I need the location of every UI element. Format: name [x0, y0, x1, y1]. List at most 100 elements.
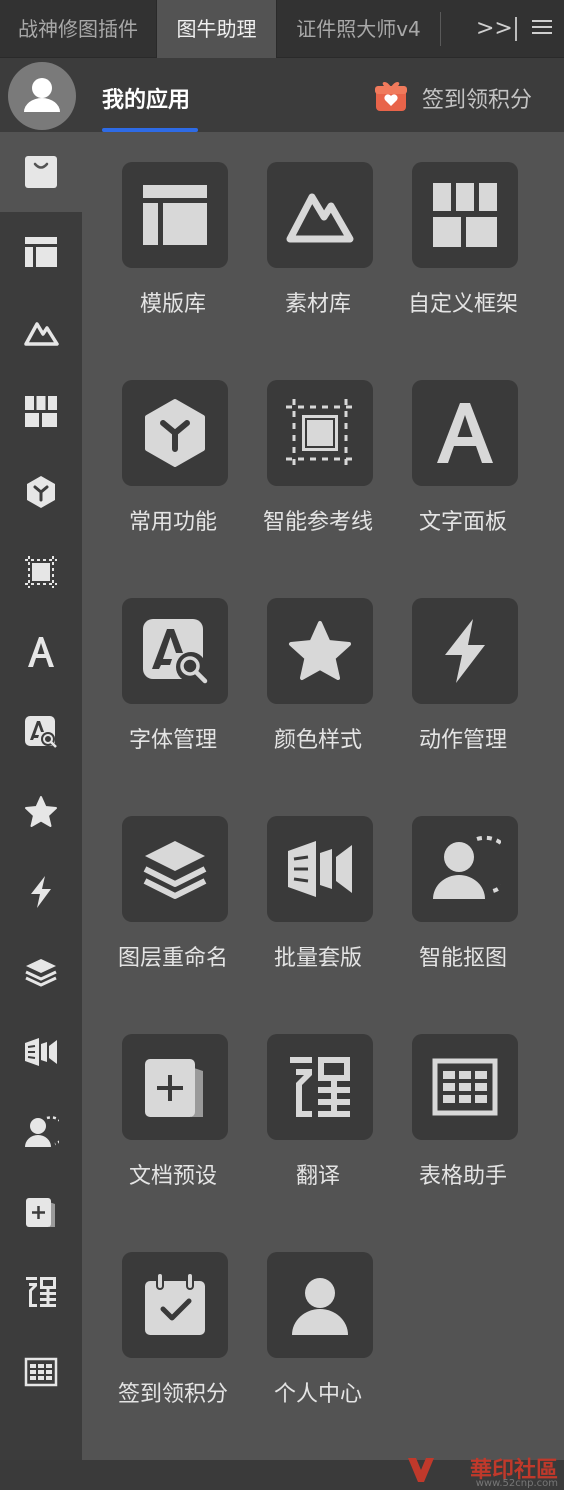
app-tile[interactable]: [267, 1034, 373, 1140]
tab-idphoto[interactable]: 证件照大师v4: [277, 0, 440, 58]
tab-separator: [440, 12, 441, 46]
app-tile[interactable]: [122, 1252, 228, 1358]
app-tile[interactable]: [412, 380, 518, 486]
app-translate[interactable]: 翻译: [248, 1034, 388, 1214]
sidebar-item-common[interactable]: [0, 452, 82, 532]
tab-zhanshen[interactable]: 战神修图插件: [0, 0, 156, 58]
app-tile[interactable]: [412, 162, 518, 268]
app-tile[interactable]: [412, 598, 518, 704]
sidebar-item-layers[interactable]: [0, 932, 82, 1012]
app-label: 字体管理: [128, 728, 217, 753]
avatar[interactable]: [8, 62, 76, 130]
app-color-styles[interactable]: 颜色样式: [248, 598, 388, 778]
batch-icon: [288, 841, 352, 897]
app-label: 模版库: [139, 292, 206, 317]
app-smart-cutout[interactable]: 智能抠图: [393, 816, 533, 996]
app-label: 颜色样式: [273, 728, 362, 753]
panel-header: 我的应用 签到领积分: [0, 58, 564, 132]
app-custom-frame[interactable]: 自定义框架: [393, 162, 533, 342]
tab-tuniu-active[interactable]: 图牛助理: [156, 0, 277, 59]
tab-overflow-chevron-icon[interactable]: >>: [476, 0, 513, 58]
app-label: 素材库: [284, 292, 351, 317]
hexagon-y-icon: [27, 476, 55, 508]
layers-icon: [25, 959, 57, 987]
person-cutout-icon: [433, 835, 501, 899]
grid-blocks-icon: [433, 183, 497, 247]
app-tile[interactable]: [267, 816, 373, 922]
app-action-manager[interactable]: 动作管理: [393, 598, 533, 778]
app-label: 动作管理: [418, 728, 507, 753]
panel-menu-icon[interactable]: [532, 20, 552, 36]
app-label: 翻译: [295, 1164, 340, 1189]
app-smart-guides[interactable]: 智能参考线: [248, 380, 388, 560]
app-document-preset[interactable]: 文档预设: [103, 1034, 243, 1214]
guides-icon: [286, 399, 354, 467]
template-icon: [143, 185, 207, 245]
app-common-functions[interactable]: 常用功能: [103, 380, 243, 560]
sidebar-item-actions[interactable]: [0, 852, 82, 932]
app-font-manager[interactable]: 字体管理: [103, 598, 243, 778]
guides-icon: [25, 556, 57, 588]
mountain-icon: [286, 193, 354, 243]
sidebar-item-translate[interactable]: [0, 1252, 82, 1332]
app-label: 批量套版: [273, 946, 362, 971]
app-tile[interactable]: [122, 162, 228, 268]
app-tile[interactable]: [267, 598, 373, 704]
sidebar-item-docpreset[interactable]: [0, 1172, 82, 1252]
hexagon-y-icon: [145, 399, 205, 467]
app-label: 表格助手: [418, 1164, 507, 1189]
app-tile[interactable]: [412, 1034, 518, 1140]
tab-divider: [515, 17, 517, 41]
shopping-bag-icon: [25, 156, 57, 188]
app-label: 自定义框架: [407, 292, 518, 317]
app-checkin-points[interactable]: 签到领积分: [103, 1252, 243, 1432]
app-table-helper[interactable]: 表格助手: [393, 1034, 533, 1214]
watermark-url: www.52cnp.com: [475, 1478, 558, 1489]
app-tile[interactable]: [122, 816, 228, 922]
gift-icon: [375, 81, 407, 111]
sidebar-item-apps[interactable]: [0, 132, 82, 212]
app-label: 智能参考线: [262, 510, 373, 535]
panel-tab-bar: 战神修图插件 图牛助理 证件照大师v4 >>: [0, 0, 564, 59]
sidebar-item-material[interactable]: [0, 292, 82, 372]
app-label: 常用功能: [128, 510, 217, 535]
app-personal-center[interactable]: 个人中心: [248, 1252, 388, 1432]
letter-a-icon: [437, 403, 493, 463]
app-label: 文字面板: [418, 510, 507, 535]
app-layer-rename[interactable]: 图层重命名: [103, 816, 243, 996]
sidebar-item-color[interactable]: [0, 772, 82, 852]
app-label: 签到领积分: [117, 1382, 228, 1407]
document-add-icon: [145, 1059, 203, 1117]
user-icon: [292, 1278, 348, 1335]
app-material-library[interactable]: 素材库: [248, 162, 388, 342]
app-tile[interactable]: [267, 162, 373, 268]
app-template-library[interactable]: 模版库: [103, 162, 243, 342]
app-batch-template[interactable]: 批量套版: [248, 816, 388, 996]
sidebar-item-frame[interactable]: [0, 372, 82, 452]
watermark-logo-icon: [408, 1458, 434, 1482]
app-tile[interactable]: [122, 1034, 228, 1140]
lightning-icon: [445, 619, 485, 683]
sidebar-item-batch[interactable]: [0, 1012, 82, 1092]
font-search-icon: [25, 716, 57, 748]
app-text-panel[interactable]: 文字面板: [393, 380, 533, 560]
sidebar-item-text[interactable]: [0, 612, 82, 692]
app-tile[interactable]: [122, 380, 228, 486]
app-tile[interactable]: [267, 380, 373, 486]
sidebar-item-template[interactable]: [0, 212, 82, 292]
app-label: 智能抠图: [418, 946, 507, 971]
sidebar-item-cutout[interactable]: [0, 1092, 82, 1172]
nav-tab-my-apps[interactable]: 我的应用: [102, 82, 190, 114]
checkin-label: 签到领积分: [422, 88, 533, 113]
table-icon: [24, 1357, 58, 1387]
app-tile[interactable]: [267, 1252, 373, 1358]
sidebar-item-fonts[interactable]: [0, 692, 82, 772]
app-tile[interactable]: [412, 816, 518, 922]
app-tile[interactable]: [122, 598, 228, 704]
sidebar-item-table[interactable]: [0, 1332, 82, 1412]
sidebar-item-guides[interactable]: [0, 532, 82, 612]
template-icon: [25, 237, 57, 267]
person-cutout-icon: [25, 1116, 59, 1147]
app-label: 个人中心: [273, 1382, 362, 1407]
letter-a-icon: [28, 637, 54, 667]
